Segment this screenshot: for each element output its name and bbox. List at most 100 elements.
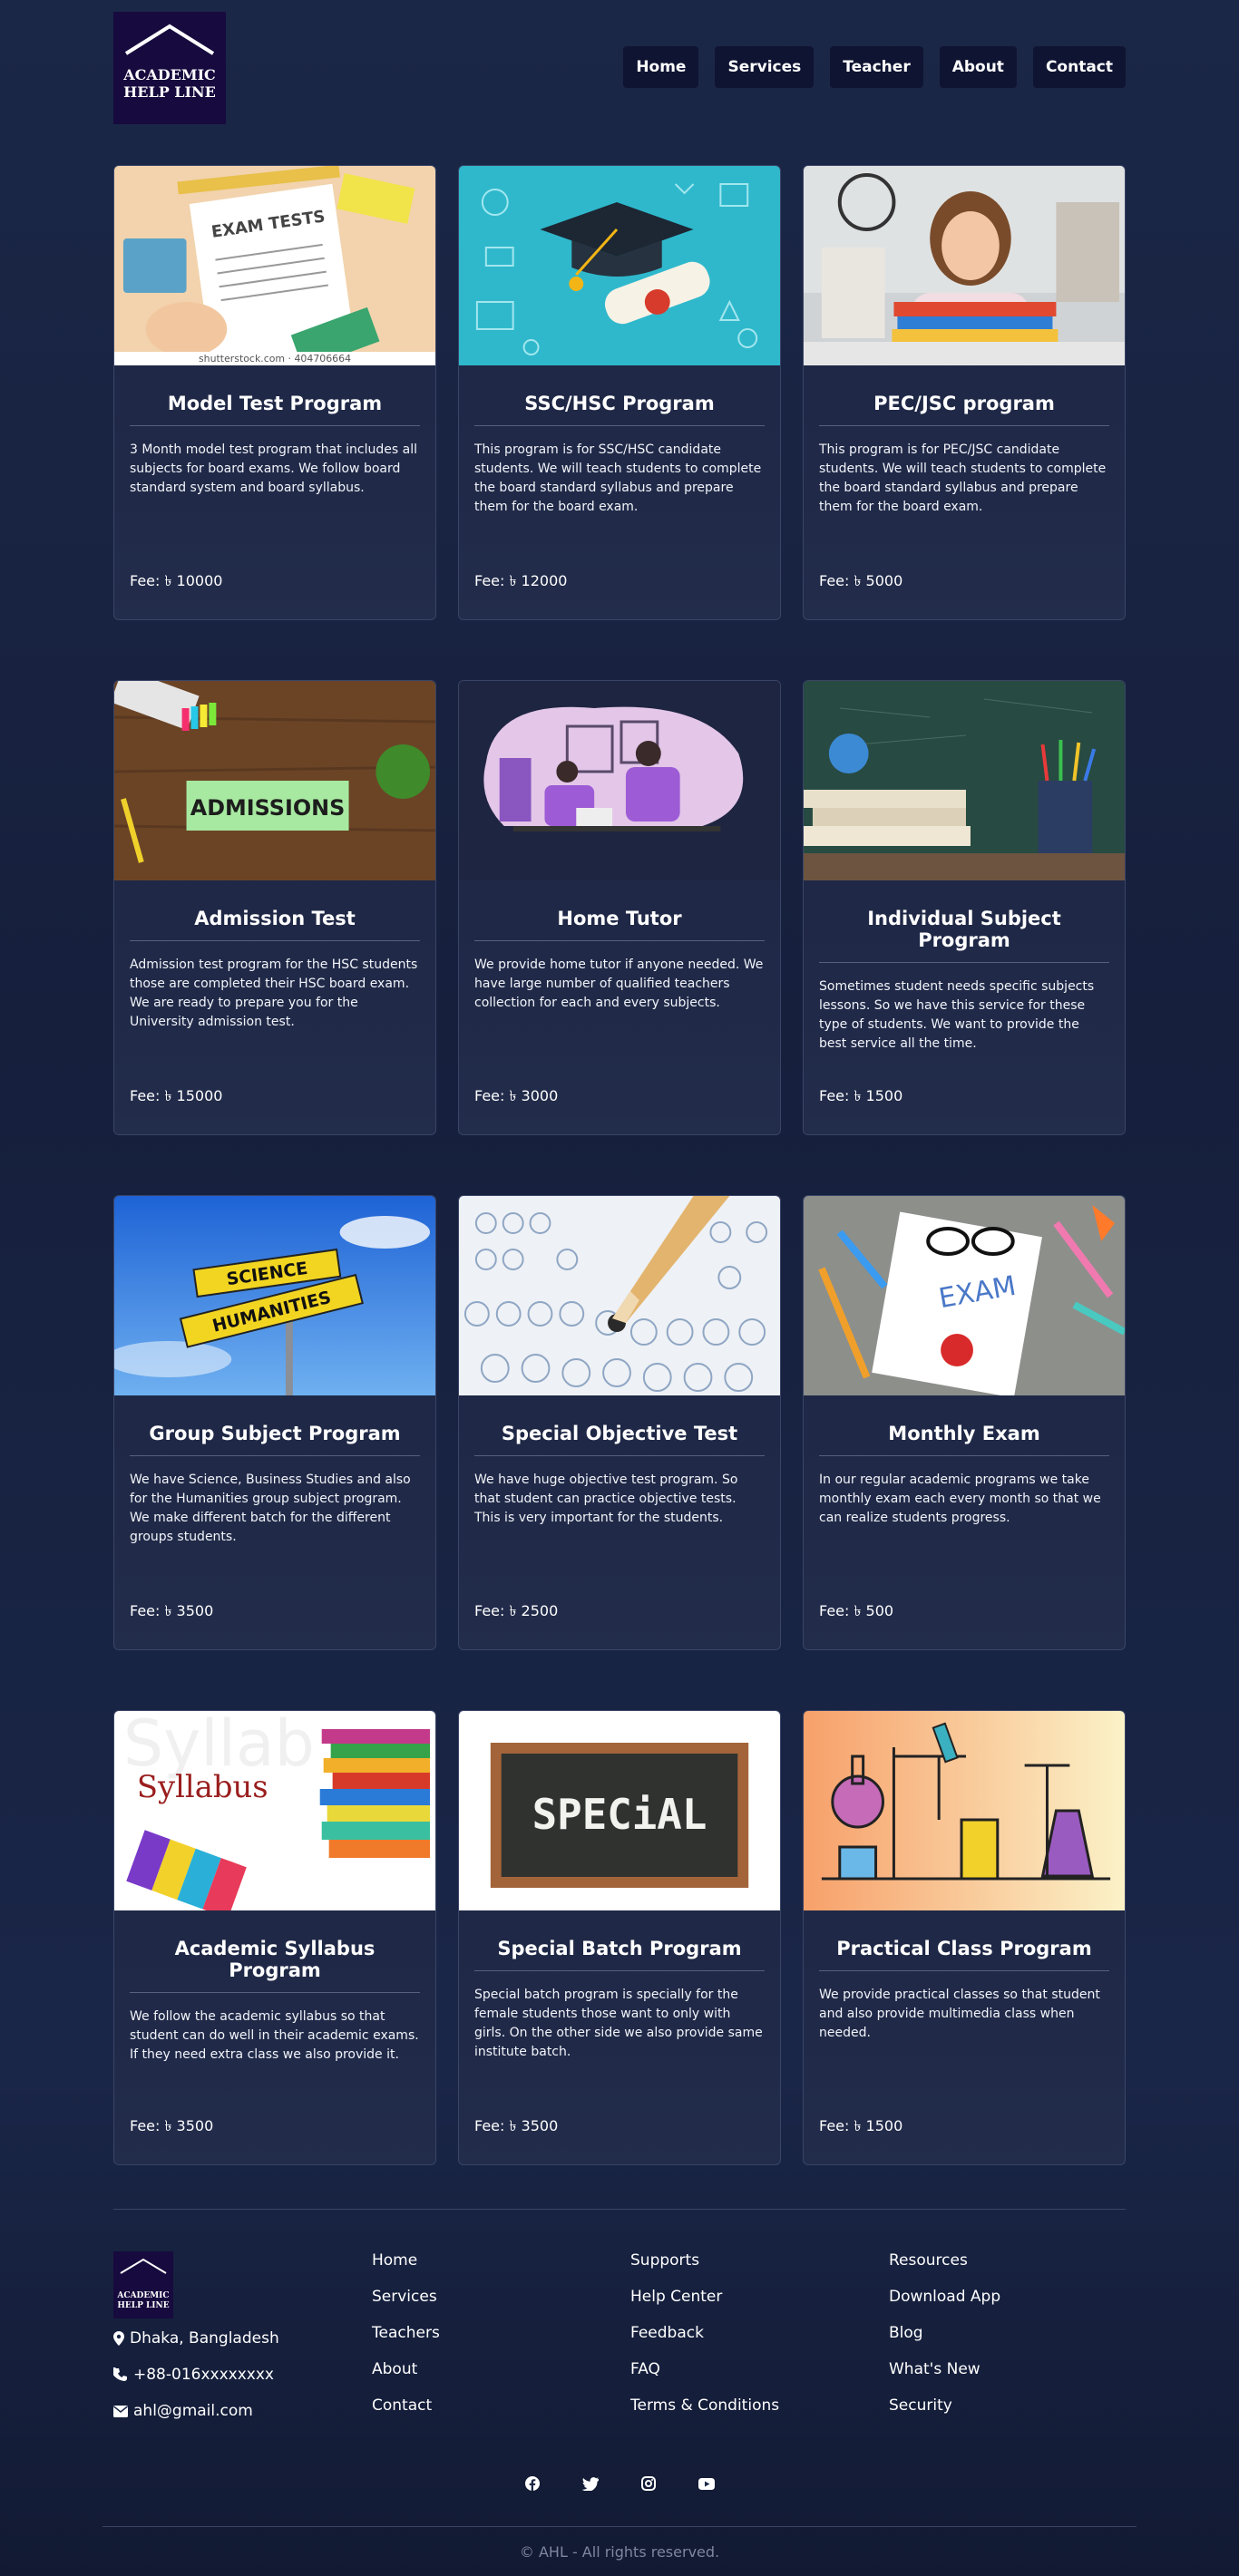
card-description: 3 Month model test program that includes… xyxy=(130,442,417,495)
logo-line-1: ACADEMIC xyxy=(123,66,216,83)
service-card[interactable]: SPECiAL Special Batch Program Special ba… xyxy=(458,1710,781,2165)
footer-link-feedback[interactable]: Feedback xyxy=(630,2324,889,2342)
nav-contact[interactable]: Contact xyxy=(1032,46,1126,88)
card-title: Admission Test xyxy=(130,908,420,941)
card-fee: Fee: ৳ 3500 xyxy=(130,1602,214,1619)
twitter-icon[interactable] xyxy=(580,2473,601,2494)
footer-link-home[interactable]: Home xyxy=(372,2251,630,2270)
card-fee: Fee: ৳ 5000 xyxy=(819,572,903,589)
card-description: We follow the academic syllabus so that … xyxy=(130,2009,419,2062)
card-title: Special Batch Program xyxy=(474,1938,765,1971)
card-title: Academic Syllabus Program xyxy=(130,1938,420,1993)
footer-link-security[interactable]: Security xyxy=(889,2396,1126,2415)
footer-address: Dhaka, Bangladesh xyxy=(113,2329,372,2348)
card-title: Group Subject Program xyxy=(130,1423,420,1456)
card-description: Special batch program is specially for t… xyxy=(474,1988,763,2059)
card-description: We provide home tutor if anyone needed. … xyxy=(474,957,764,1010)
nav-services[interactable]: Services xyxy=(715,46,815,88)
card-fee: Fee: ৳ 12000 xyxy=(474,572,568,589)
map-marker-icon xyxy=(113,2331,124,2346)
footer-link-faq[interactable]: FAQ xyxy=(630,2360,889,2378)
card-fee: Fee: ৳ 3500 xyxy=(474,2117,559,2134)
nav-teacher[interactable]: Teacher xyxy=(830,46,923,88)
facebook-icon[interactable] xyxy=(522,2473,543,2494)
card-description: In our regular academic programs we take… xyxy=(819,1473,1101,1525)
footer-resources-column: Resources Download App Blog What's New S… xyxy=(889,2251,1126,2420)
card-title: Individual Subject Program xyxy=(819,908,1109,963)
card-title: Practical Class Program xyxy=(819,1938,1109,1971)
bottom-divider xyxy=(102,2526,1137,2527)
service-card[interactable]: Practical Class Program We provide pract… xyxy=(803,1710,1126,2165)
card-description: We have Science, Business Studies and al… xyxy=(130,1473,411,1544)
envelope-icon xyxy=(113,2405,128,2417)
card-description: This program is for PEC/JSC candidate st… xyxy=(819,442,1107,514)
card-fee: Fee: ৳ 3000 xyxy=(474,1087,559,1104)
nav-home[interactable]: Home xyxy=(623,46,699,88)
roof-icon xyxy=(120,2258,167,2274)
card-fee: Fee: ৳ 3500 xyxy=(130,2117,214,2134)
footer-link-about[interactable]: About xyxy=(372,2360,630,2378)
footer-phone: +88-016xxxxxxxx xyxy=(113,2366,372,2384)
chemistry-lab-image xyxy=(804,1711,1125,1910)
special-label: SPECiAL xyxy=(532,1790,707,1839)
card-fee: Fee: ৳ 2500 xyxy=(474,1602,559,1619)
footer-link-contact[interactable]: Contact xyxy=(372,2396,630,2415)
footer-link-teachers[interactable]: Teachers xyxy=(372,2324,630,2342)
site-footer: ACADEMIC HELP LINE Dhaka, Bangladesh +88… xyxy=(113,2251,1126,2420)
footer-link-download-app[interactable]: Download App xyxy=(889,2288,1126,2306)
card-title: SSC/HSC Program xyxy=(474,393,765,426)
service-card[interactable]: SCIENCE HUMANITIES Group Subject Program… xyxy=(113,1195,436,1650)
card-description: We provide practical classes so that stu… xyxy=(819,1988,1100,2040)
service-card[interactable]: Special Objective Test We have huge obje… xyxy=(458,1195,781,1650)
footer-link-resources[interactable]: Resources xyxy=(889,2251,1126,2270)
smiling-girl-image xyxy=(804,166,1125,365)
service-card[interactable]: EXAM TESTS shutterstock.com · 404706664 … xyxy=(113,165,436,620)
service-card[interactable]: Syllab Syllabus Academic Syllabus Progra… xyxy=(113,1710,436,2165)
roof-icon xyxy=(124,24,215,55)
nav-about[interactable]: About xyxy=(939,46,1017,88)
logo-line-2: HELP LINE xyxy=(123,83,216,101)
graduation-cap-image xyxy=(459,166,780,365)
service-card[interactable]: Home Tutor We provide home tutor if anyo… xyxy=(458,680,781,1135)
footer-link-help-center[interactable]: Help Center xyxy=(630,2288,889,2306)
card-title: Monthly Exam xyxy=(819,1423,1109,1456)
site-logo[interactable]: ACADEMIC HELP LINE xyxy=(113,12,226,124)
service-card[interactable]: Individual Subject Program Sometimes stu… xyxy=(803,680,1126,1135)
youtube-icon[interactable] xyxy=(696,2473,717,2494)
service-card[interactable]: ADMISSIONS Admission Test Admission test… xyxy=(113,680,436,1135)
books-globe-image xyxy=(804,681,1125,880)
social-links xyxy=(113,2473,1126,2494)
admissions-label: ADMISSIONS xyxy=(190,795,345,821)
admissions-image: ADMISSIONS xyxy=(114,681,435,880)
footer-logo[interactable]: ACADEMIC HELP LINE xyxy=(113,2251,173,2318)
home-tutor-image xyxy=(459,681,780,880)
footer-link-terms[interactable]: Terms & Conditions xyxy=(630,2396,889,2415)
footer-link-supports[interactable]: Supports xyxy=(630,2251,889,2270)
footer-link-whats-new[interactable]: What's New xyxy=(889,2360,1126,2378)
footer-logo-line-2: HELP LINE xyxy=(117,2301,170,2310)
service-card[interactable]: EXAM Monthly Exam In our regular academi… xyxy=(803,1195,1126,1650)
instagram-icon[interactable] xyxy=(638,2473,659,2494)
card-title: Model Test Program xyxy=(130,393,420,426)
card-title: Home Tutor xyxy=(474,908,765,941)
service-card[interactable]: PEC/JSC program This program is for PEC/… xyxy=(803,165,1126,620)
phone-icon xyxy=(113,2367,127,2381)
special-chalkboard-image: SPECiAL xyxy=(459,1711,780,1910)
footer-link-services[interactable]: Services xyxy=(372,2288,630,2306)
services-grid: EXAM TESTS shutterstock.com · 404706664 … xyxy=(113,165,1126,2165)
footer-support-column: Supports Help Center Feedback FAQ Terms … xyxy=(630,2251,889,2420)
service-card[interactable]: SSC/HSC Program This program is for SSC/… xyxy=(458,165,781,620)
footer-logo-line-1: ACADEMIC xyxy=(117,2291,170,2300)
card-fee: Fee: ৳ 15000 xyxy=(130,1087,223,1104)
card-fee: Fee: ৳ 500 xyxy=(819,1602,894,1619)
footer-contact-column: ACADEMIC HELP LINE Dhaka, Bangladesh +88… xyxy=(113,2251,372,2420)
exam-tests-image: EXAM TESTS shutterstock.com · 404706664 xyxy=(114,166,435,365)
card-fee: Fee: ৳ 1500 xyxy=(819,2117,903,2134)
footer-divider xyxy=(113,2209,1126,2210)
copyright-text: © AHL - All rights reserved. xyxy=(519,2543,720,2561)
card-description: Admission test program for the HSC stude… xyxy=(130,957,418,1029)
card-description: Sometimes student needs specific subject… xyxy=(819,979,1095,1051)
card-description: This program is for SSC/HSC candidate st… xyxy=(474,442,762,514)
footer-link-blog[interactable]: Blog xyxy=(889,2324,1126,2342)
answer-sheet-image xyxy=(459,1196,780,1395)
